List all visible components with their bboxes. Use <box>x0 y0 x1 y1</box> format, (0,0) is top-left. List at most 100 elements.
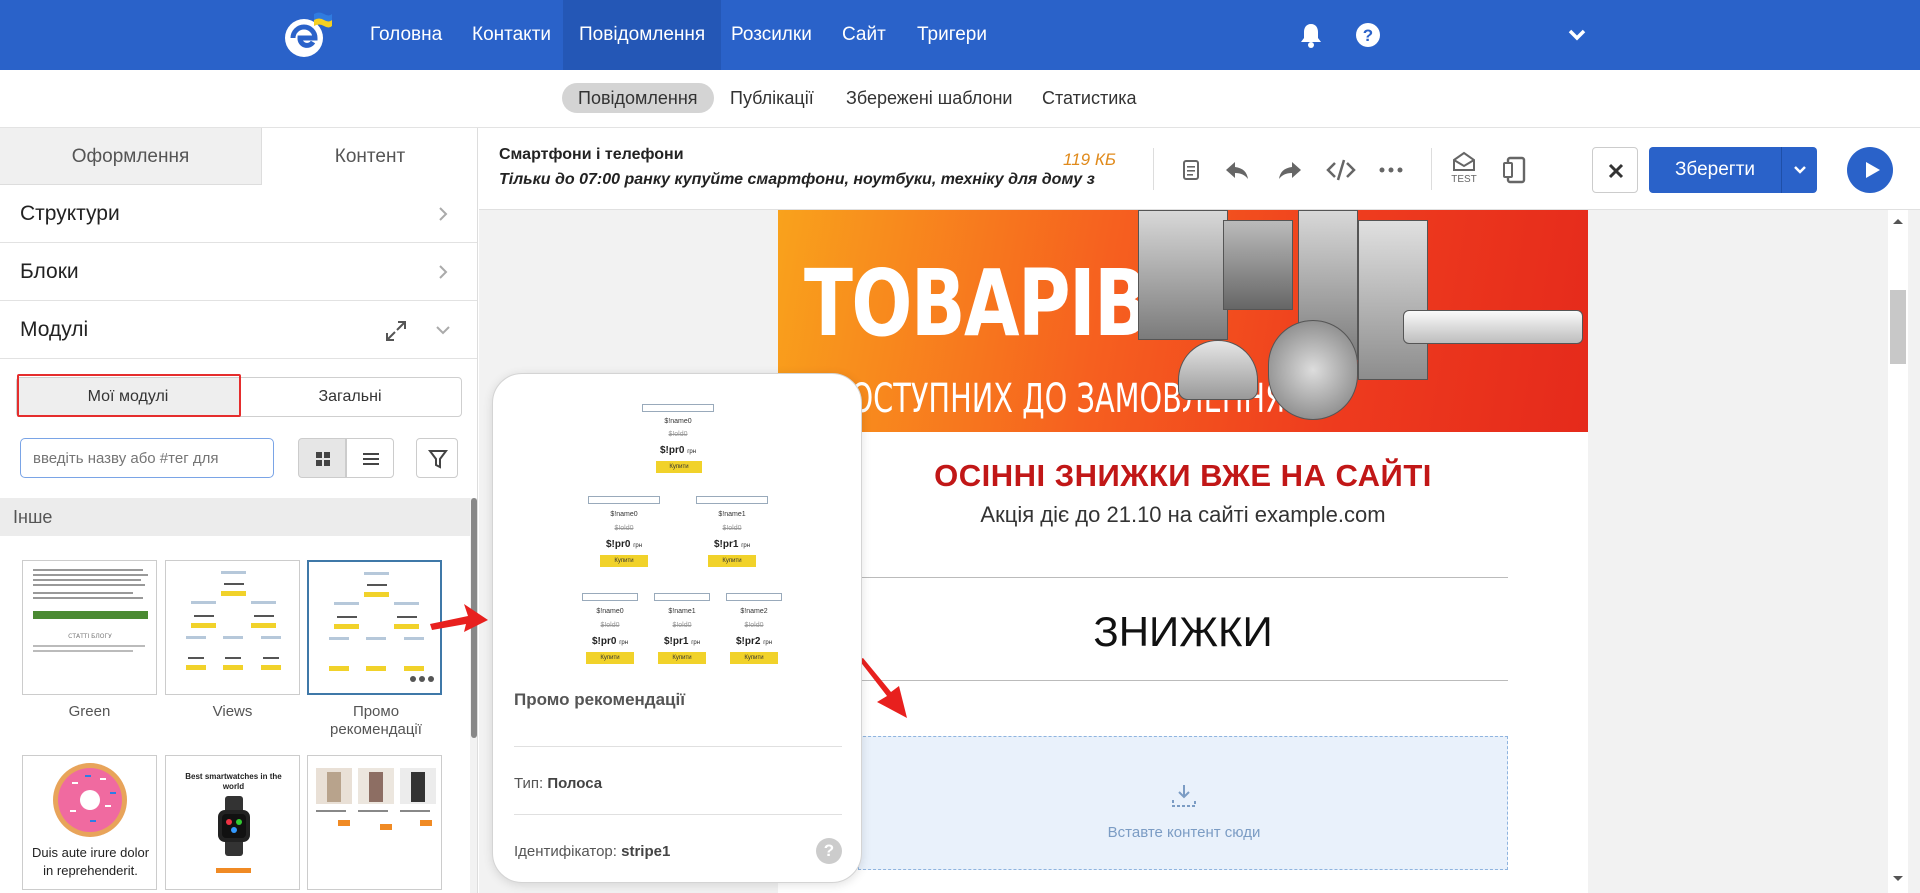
scroll-down-icon[interactable] <box>1891 874 1905 884</box>
chevron-down-icon[interactable] <box>434 321 452 339</box>
help-icon[interactable]: ? <box>1353 20 1383 50</box>
appliance-image <box>1223 220 1293 310</box>
expand-icon[interactable] <box>384 319 408 343</box>
preview-name: $!name1 <box>718 511 746 518</box>
insert-icon <box>1172 785 1196 807</box>
canvas-scrollbar-thumb[interactable] <box>1890 290 1906 364</box>
close-icon <box>1608 163 1624 179</box>
nav-home[interactable]: Головна <box>354 0 458 70</box>
subtab-publications[interactable]: Публікації <box>714 83 830 113</box>
preview-price: $!pr1 грн <box>663 636 701 647</box>
section-blocks-label: Блоки <box>20 260 79 283</box>
preheader-line[interactable]: Тільки до 07:00 ранку купуйте смартфони,… <box>499 171 1095 189</box>
filter-button[interactable] <box>416 438 458 478</box>
nav-messages[interactable]: Повідомлення <box>563 0 722 70</box>
promo-banner[interactable]: ТОВАРІВ ДОСТУПНИХ ДО ЗАМОВЛЕННЯ <box>778 210 1588 432</box>
drop-zone-label: Вставте контент сюди <box>1107 824 1261 841</box>
filter-icon <box>428 450 448 469</box>
section-modules-label: Модулі <box>20 318 89 341</box>
module-thumb-donut[interactable]: Duis aute irure dolor in reprehenderit. <box>22 755 157 890</box>
card-title: Промо рекомендації <box>514 690 686 709</box>
notes-icon[interactable] <box>1175 154 1207 186</box>
module-preview-green: СТАТТІ БЛОГУ <box>33 569 148 652</box>
nav-contacts[interactable]: Контакти <box>456 0 567 70</box>
module-thumb-green[interactable]: СТАТТІ БЛОГУ <box>22 560 157 695</box>
bell-icon[interactable] <box>1296 20 1326 50</box>
chevron-right-icon <box>439 207 448 221</box>
chevron-down-icon[interactable] <box>1562 20 1592 50</box>
subtab-messages[interactable]: Повідомлення <box>562 83 714 113</box>
toolbar-divider <box>1153 148 1154 190</box>
preview-image <box>582 593 638 601</box>
appliance-image <box>1138 210 1228 340</box>
scroll-up-icon[interactable] <box>1891 216 1905 226</box>
preview-price: $!pr0 грн <box>605 539 643 550</box>
preview-buy-button: Купити <box>600 555 648 567</box>
divider <box>514 814 842 815</box>
module-search-input[interactable] <box>20 438 274 478</box>
help-icon[interactable]: ? <box>816 838 842 864</box>
svg-text:СТАТТІ БЛОГУ: СТАТТІ БЛОГУ <box>68 633 112 640</box>
highlight-box <box>17 374 241 417</box>
close-button[interactable] <box>1592 147 1638 193</box>
module-preview-clothes <box>316 768 436 830</box>
tab-design[interactable]: Оформлення <box>0 128 262 185</box>
tab-content[interactable]: Контент <box>262 128 477 185</box>
sale-heading[interactable]: ЗНИЖКИ <box>778 608 1588 656</box>
preview-old-price: $!old0 <box>744 622 764 629</box>
module-thumb-promo[interactable] <box>307 560 442 695</box>
svg-text:?: ? <box>1363 26 1373 45</box>
segment-general[interactable]: Загальні <box>239 378 461 416</box>
save-button[interactable]: Зберегти <box>1649 147 1817 193</box>
section-blocks[interactable]: Блоки <box>0 243 477 301</box>
preview-old-price: $!old0 <box>672 622 692 629</box>
section-structures[interactable]: Структури <box>0 185 477 243</box>
save-dropdown-button[interactable] <box>1781 147 1817 193</box>
preview-name: $!name0 <box>664 418 692 425</box>
promo-title[interactable]: ОСІННІ ЗНИЖКИ ВЖЕ НА САЙТІ <box>778 458 1588 494</box>
preview-old-price: $!old0 <box>600 622 620 629</box>
subject-line[interactable]: Смартфони і телефони <box>499 146 684 164</box>
sub-navbar: Повідомлення Публікації Збережені шаблон… <box>0 70 1920 128</box>
subtab-saved-templates[interactable]: Збережені шаблони <box>830 83 1028 113</box>
donut-text: Duis aute irure dolor in reprehenderit. <box>31 845 150 878</box>
nav-campaigns[interactable]: Розсилки <box>715 0 828 70</box>
module-thumb-watch[interactable]: Best smartwatches in the world <box>165 755 300 890</box>
send-play-button[interactable] <box>1847 147 1893 193</box>
card-type: Тип: Полоса <box>514 775 603 792</box>
group-other-label: Інше <box>13 507 53 527</box>
promo-subtitle[interactable]: Акція діє до 21.10 на сайті example.com <box>778 502 1588 528</box>
message-size: 119 КБ <box>1063 150 1116 169</box>
preview-name: $!name0 <box>610 511 638 518</box>
top-navbar: Головна Контакти Повідомлення Розсилки С… <box>0 0 1920 70</box>
group-other-header[interactable]: Інше <box>0 498 470 536</box>
module-caption-views: Views <box>212 703 253 720</box>
nav-triggers[interactable]: Тригери <box>901 0 1003 70</box>
esputnik-logo[interactable] <box>284 12 332 58</box>
preview-buy-button: Купити <box>586 652 634 664</box>
banner-headline: ТОВАРІВ <box>804 250 1149 357</box>
grid-view-button[interactable] <box>298 438 346 478</box>
drop-zone[interactable]: Вставте контент сюди <box>858 736 1508 870</box>
module-thumb-clothes[interactable] <box>307 755 442 890</box>
redo-icon[interactable] <box>1274 154 1306 186</box>
list-view-button[interactable] <box>346 438 394 478</box>
watch-button <box>216 868 251 873</box>
subtab-statistics[interactable]: Статистика <box>1026 83 1153 113</box>
more-icon[interactable] <box>1375 154 1407 186</box>
test-send-button[interactable]: TEST <box>1447 150 1481 188</box>
more-icon[interactable] <box>409 674 435 684</box>
undo-icon[interactable] <box>1221 154 1253 186</box>
module-thumb-views[interactable] <box>165 560 300 695</box>
preview-image <box>654 593 710 601</box>
section-modules[interactable]: Модулі <box>0 301 477 359</box>
mobile-preview-icon[interactable] <box>1499 154 1531 186</box>
preview-price: $!pr2 грн <box>735 636 773 647</box>
preview-buy-button: Купити <box>708 555 756 567</box>
code-icon[interactable] <box>1325 154 1357 186</box>
nav-site[interactable]: Сайт <box>826 0 902 70</box>
content-panel: Оформлення Контент Структури Блоки Модул… <box>0 128 478 893</box>
divider <box>858 680 1508 681</box>
preview-image <box>726 593 782 601</box>
card-identifier: Ідентифікатор: stripe1 <box>514 843 671 860</box>
